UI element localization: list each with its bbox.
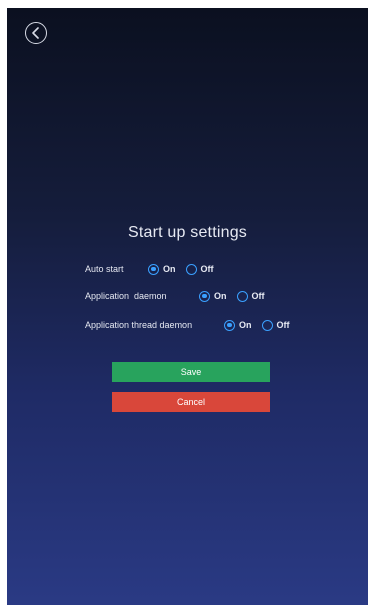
radio-unchecked-icon xyxy=(185,263,197,275)
setting-row-auto-start: Auto start On Off xyxy=(85,261,224,277)
option-label: Off xyxy=(251,291,265,301)
back-button[interactable] xyxy=(25,22,47,44)
application-daemon-on-radio[interactable]: On xyxy=(199,290,227,302)
option-label: On xyxy=(239,320,252,330)
save-button[interactable]: Save xyxy=(112,362,270,382)
radio-checked-icon xyxy=(224,319,235,331)
radio-checked-icon xyxy=(199,290,210,302)
auto-start-on-radio[interactable]: On xyxy=(148,263,176,275)
setting-label: Application thread daemon xyxy=(85,320,193,330)
option-label: On xyxy=(214,291,227,301)
option-label: Off xyxy=(276,320,290,330)
page-title: Start up settings xyxy=(127,224,248,241)
setting-row-application-daemon: Application daemon On Off xyxy=(85,288,275,304)
application-daemon-off-radio[interactable]: Off xyxy=(236,290,265,302)
radio-checked-icon xyxy=(148,263,159,275)
auto-start-off-radio[interactable]: Off xyxy=(185,263,214,275)
radio-unchecked-icon xyxy=(236,290,248,302)
setting-row-application-thread-daemon: Application thread daemon On Off xyxy=(85,317,300,333)
cancel-button[interactable]: Cancel xyxy=(112,392,270,412)
option-label: On xyxy=(163,264,176,274)
chevron-left-icon xyxy=(32,27,39,39)
application-thread-daemon-off-radio[interactable]: Off xyxy=(261,319,290,331)
application-thread-daemon-on-radio[interactable]: On xyxy=(224,319,252,331)
setting-label: Auto start xyxy=(85,264,124,274)
app-screen: Start up settings Auto start On Off Appl… xyxy=(7,8,368,605)
option-label: Off xyxy=(200,264,214,274)
setting-label: Application daemon xyxy=(85,291,167,301)
radio-unchecked-icon xyxy=(261,319,273,331)
